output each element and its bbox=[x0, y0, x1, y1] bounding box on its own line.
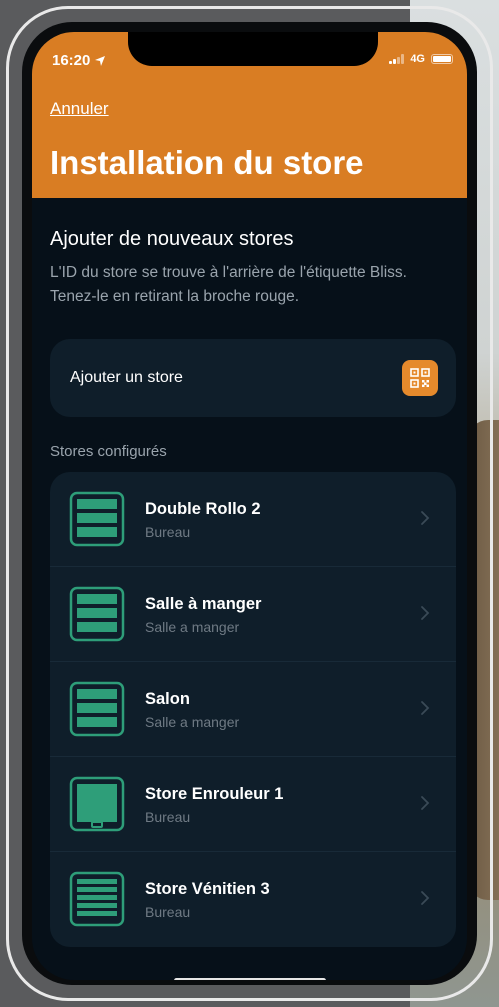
location-arrow-icon bbox=[95, 55, 106, 66]
add-blind-label: Ajouter un store bbox=[70, 369, 183, 386]
list-item-room: Bureau bbox=[145, 809, 191, 825]
chevron-right-icon bbox=[421, 891, 430, 905]
double-roller-blind-icon bbox=[69, 681, 125, 737]
list-item-name: Double Rollo 2 bbox=[145, 500, 261, 518]
add-blind-button[interactable]: Ajouter un store bbox=[50, 339, 456, 417]
network-type: 4G bbox=[410, 53, 425, 65]
list-item-room: Bureau bbox=[145, 904, 191, 920]
add-section-title: Ajouter de nouveaux stores bbox=[50, 228, 294, 250]
list-item[interactable]: Salon Salle a manger bbox=[50, 662, 456, 757]
chevron-right-icon bbox=[421, 701, 430, 715]
chevron-right-icon bbox=[421, 511, 430, 525]
qr-scan-button[interactable] bbox=[402, 360, 438, 396]
cancel-link[interactable]: Annuler bbox=[50, 99, 109, 119]
chevron-right-icon bbox=[421, 796, 430, 810]
phone-screen: 16:20 4G Annuler Installation du store A… bbox=[32, 32, 467, 980]
configured-list-header: Stores configurés bbox=[50, 443, 167, 460]
venetian-blind-icon bbox=[69, 871, 125, 927]
status-time: 16:20 bbox=[52, 52, 106, 69]
list-item-name: Store Vénitien 3 bbox=[145, 880, 270, 898]
list-item-name: Salle à manger bbox=[145, 595, 262, 613]
list-item-room: Salle a manger bbox=[145, 619, 240, 635]
header-bar: 16:20 4G Annuler Installation du store bbox=[32, 32, 467, 198]
list-item-room: Salle a manger bbox=[145, 714, 240, 730]
battery-icon bbox=[431, 54, 453, 64]
list-item-name: Store Enrouleur 1 bbox=[145, 785, 284, 803]
list-item-name: Salon bbox=[145, 690, 190, 708]
list-item[interactable]: Store Vénitien 3 Bureau bbox=[50, 852, 456, 947]
signal-icon bbox=[389, 54, 405, 64]
notch bbox=[128, 32, 378, 66]
page-title: Installation du store bbox=[50, 144, 364, 181]
qr-code-icon bbox=[410, 368, 430, 388]
roller-blind-icon bbox=[69, 776, 125, 832]
status-time-text: 16:20 bbox=[52, 52, 91, 69]
list-item[interactable]: Salle à manger Salle a manger bbox=[50, 567, 456, 662]
list-item-room: Bureau bbox=[145, 524, 191, 540]
configured-blinds-list: Double Rollo 2 Bureau Salle à manger Sal… bbox=[50, 472, 456, 947]
double-roller-blind-icon bbox=[69, 586, 125, 642]
chevron-right-icon bbox=[421, 606, 430, 620]
list-item[interactable]: Double Rollo 2 Bureau bbox=[50, 472, 456, 567]
list-item[interactable]: Store Enrouleur 1 Bureau bbox=[50, 757, 456, 852]
status-indicators: 4G bbox=[389, 53, 453, 65]
home-indicator[interactable] bbox=[174, 978, 326, 980]
add-section-description: L'ID du store se trouve à l'arrière de l… bbox=[50, 264, 407, 305]
double-roller-blind-icon bbox=[69, 491, 125, 547]
